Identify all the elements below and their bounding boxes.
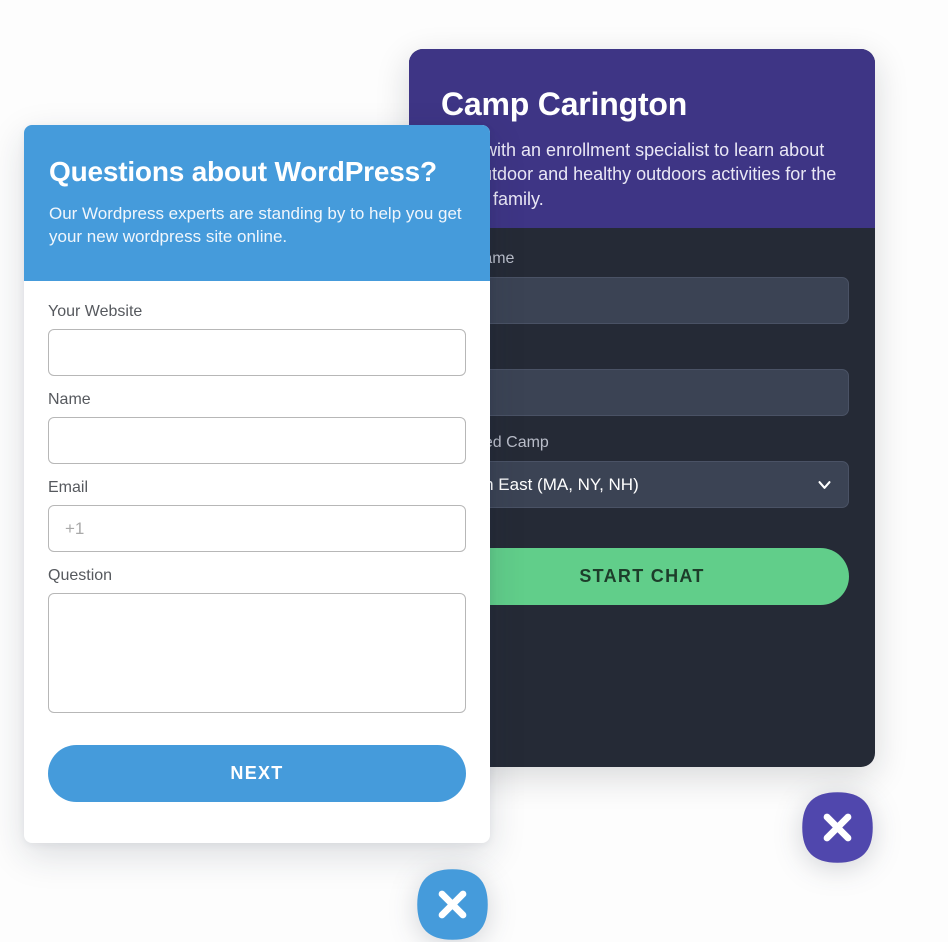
light-widget-subtitle: Our Wordpress experts are standing by to… [49,203,462,247]
next-button[interactable]: NEXT [48,745,466,802]
field-question: Question [48,567,466,718]
light-widget-header: Questions about WordPress? Our Wordpress… [24,125,490,281]
start-chat-button[interactable]: START CHAT [435,548,849,605]
email-input[interactable] [435,369,849,416]
dark-widget-title: Camp Carington [441,86,688,122]
your-name-input[interactable] [435,277,849,324]
label-email: Email [435,342,849,360]
name-input[interactable] [48,417,466,464]
close-chat-blue-button[interactable] [415,867,490,942]
canvas: Camp Carington Chat with an enrollment s… [0,0,948,942]
field-your-website: Your Website [48,303,466,376]
field-email: Email [48,479,466,552]
close-icon [802,792,873,863]
question-textarea[interactable] [48,593,466,713]
chat-widget-wordpress: Questions about WordPress? Our Wordpress… [24,125,490,843]
email-input[interactable] [48,505,466,552]
label-your-name: Your Name [435,250,515,267]
label-name: Name [48,391,91,408]
field-your-name: Your Name [435,250,849,324]
preferred-camp-select[interactable]: North East (MA, NY, NH) [435,461,849,508]
light-widget-form: Your Website Name Email Question NEXT [24,281,490,802]
field-email: Email [435,342,849,416]
your-website-input[interactable] [48,329,466,376]
label-email: Email [48,479,89,496]
close-icon [417,869,488,940]
light-widget-title: Questions about WordPress? [49,156,437,187]
label-question: Question [48,567,113,584]
label-your-website: Your Website [48,303,143,320]
close-chat-purple-button[interactable] [800,790,875,865]
dark-widget-subtitle: Chat with an enrollment specialist to le… [441,140,837,209]
label-preferred-camp: Preferred Camp [435,434,549,451]
preferred-camp-select-wrapper: North East (MA, NY, NH) [435,461,849,508]
field-preferred-camp: Preferred Camp North East (MA, NY, NH) [435,434,849,508]
field-name: Name [48,391,466,464]
